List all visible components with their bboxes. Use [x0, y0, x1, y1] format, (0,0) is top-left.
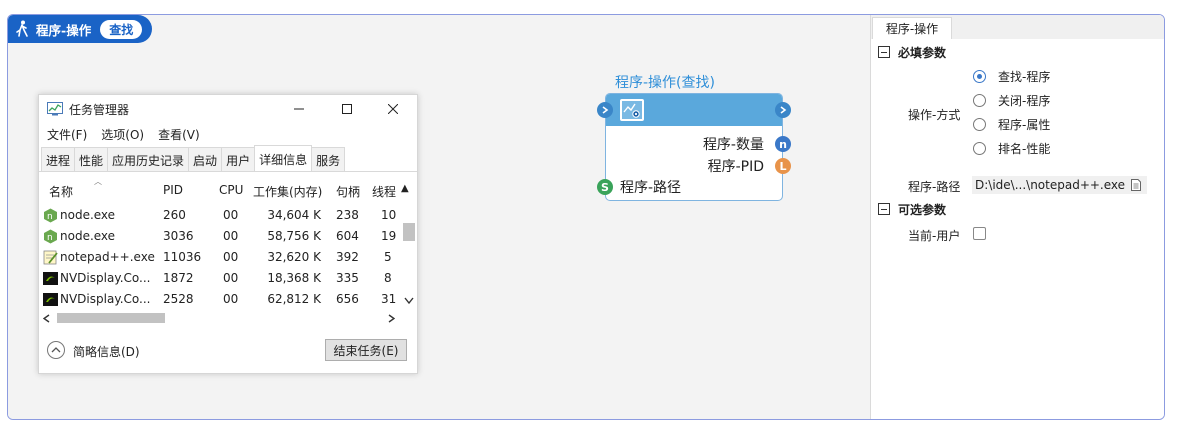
node-header[interactable] [606, 94, 782, 126]
menu-view[interactable]: 查看(V) [158, 126, 200, 143]
operation-label: 操作-方式 [908, 108, 961, 122]
current-user-label: 当前-用户 [908, 229, 961, 243]
horizontal-scroll-thumb[interactable] [57, 313, 165, 323]
horizontal-scrollbar[interactable] [39, 311, 401, 325]
end-task-button[interactable]: 结束任务(E) [325, 339, 407, 361]
optional-section[interactable]: 可选参数 [878, 200, 946, 218]
maximize-button[interactable] [337, 99, 357, 119]
notepad-icon [43, 250, 58, 265]
task-manager-footer: 简略信息(D) 结束任务(E) [39, 331, 417, 373]
tab-services[interactable]: 服务 [311, 147, 346, 171]
tab-startup[interactable]: 启动 [188, 147, 223, 171]
table-row[interactable]: notepad++.exe 11036 00 32,620 K 392 5 [39, 247, 401, 268]
task-manager-titlebar: 任务管理器 [39, 95, 417, 123]
tab-processes[interactable]: 进程 [41, 147, 76, 171]
close-button[interactable] [383, 99, 403, 119]
tab-performance[interactable]: 性能 [74, 147, 109, 171]
activity-badge[interactable]: 查找 [100, 19, 143, 39]
output-pid-label: 程序-PID [707, 159, 764, 175]
column-header-name[interactable]: 名称 [49, 183, 73, 201]
collapse-icon[interactable] [47, 341, 65, 359]
optional-section-label: 可选参数 [898, 202, 947, 217]
tab-details[interactable]: 详细信息 [254, 145, 313, 171]
table-row[interactable]: n node.exe 260 00 34,604 K 238 10 [39, 205, 401, 226]
menu-file[interactable]: 文件(F) [47, 126, 87, 143]
program-gear-icon [620, 99, 644, 121]
workflow-frame: 程序-操作 查找 任务管理器 文件(F) 选项(O) 查看(V) 进程 性能 应… [7, 14, 1165, 420]
option-program-attributes[interactable]: 程序-属性 [973, 116, 1050, 132]
column-header-threads[interactable]: 线程 [372, 183, 396, 201]
flow-out-port[interactable] [775, 102, 791, 118]
nvidia-icon [43, 272, 58, 285]
task-manager-window: 任务管理器 文件(F) 选项(O) 查看(V) 进程 性能 应用历史记录 启动 … [38, 94, 418, 374]
svg-text:n: n [47, 212, 53, 222]
output-pid-port[interactable]: L [775, 158, 791, 174]
column-header-pid[interactable]: PID [163, 183, 183, 201]
canvas[interactable]: 程序-操作 查找 任务管理器 文件(F) 选项(O) 查看(V) 进程 性能 应… [8, 15, 870, 419]
close-icon [388, 104, 398, 114]
property-panel: 程序-操作 必填参数 操作-方式 查找-程序 关闭-程序 程序-属性 排名-性能… [870, 15, 1164, 419]
vertical-scroll-thumb[interactable] [403, 223, 415, 241]
required-section-label: 必填参数 [898, 45, 947, 60]
output-count-port[interactable]: n [775, 136, 791, 152]
current-user-checkbox[interactable] [973, 227, 986, 240]
column-header-memory[interactable]: 工作集(内存) [253, 183, 322, 201]
collapse-minus-icon[interactable] [878, 46, 890, 58]
tab-properties[interactable]: 程序-操作 [872, 17, 952, 39]
flow-in-port[interactable] [597, 102, 613, 118]
radio-selected-icon[interactable] [973, 69, 986, 83]
tab-app-history[interactable]: 应用历史记录 [107, 147, 190, 171]
tab-strip: 进程 性能 应用历史记录 启动 用户 详细信息 服务 [41, 145, 346, 171]
task-manager-icon [47, 102, 63, 116]
node-icon: n [44, 208, 57, 223]
table-row[interactable]: n node.exe 3036 00 58,756 K 604 19 [39, 226, 401, 247]
column-header-handles[interactable]: 句柄 [336, 183, 360, 201]
tab-divider [39, 171, 417, 172]
radio-icon[interactable] [973, 93, 986, 107]
menu-bar: 文件(F) 选项(O) 查看(V) [39, 123, 206, 145]
maximize-icon [342, 104, 352, 114]
option-close-program[interactable]: 关闭-程序 [973, 92, 1050, 108]
activity-title: 程序-操作 [36, 22, 92, 38]
nvidia-icon [43, 293, 58, 306]
vertical-scrollbar[interactable] [401, 185, 417, 309]
sort-caret-icon: ︿ [94, 177, 102, 186]
path-input[interactable]: D:\ide\...\notepad++.exe [972, 176, 1147, 194]
table-row[interactable]: NVDisplay.Co... 1872 00 18,368 K 335 8 [39, 268, 401, 289]
path-label: 程序-路径 [908, 180, 961, 194]
scroll-down-icon[interactable] [404, 297, 414, 305]
minimize-button[interactable] [289, 99, 309, 119]
option-rank-performance[interactable]: 排名-性能 [973, 140, 1050, 156]
radio-icon[interactable] [973, 141, 986, 155]
node-title: 程序-操作(查找) [615, 75, 715, 91]
scroll-right-icon[interactable] [387, 314, 395, 323]
radio-icon[interactable] [973, 117, 986, 131]
table-row[interactable]: NVDisplay.Co... 2528 00 62,812 K 656 31 [39, 289, 401, 310]
input-path-port[interactable]: S [597, 179, 613, 195]
required-section[interactable]: 必填参数 [878, 43, 946, 61]
file-icon[interactable] [1131, 179, 1141, 191]
minimize-icon [294, 108, 304, 110]
brief-info-link[interactable]: 简略信息(D) [73, 343, 140, 360]
tab-users[interactable]: 用户 [221, 147, 256, 171]
task-manager-title: 任务管理器 [69, 102, 130, 117]
option-find-program[interactable]: 查找-程序 [973, 68, 1050, 84]
activity-header[interactable]: 程序-操作 查找 [8, 15, 152, 43]
activity-node[interactable]: 程序-数量 n 程序-PID L S 程序-路径 [597, 93, 791, 201]
menu-options[interactable]: 选项(O) [101, 126, 144, 143]
input-path-label: 程序-路径 [620, 180, 682, 196]
path-value: D:\ide\...\notepad++.exe [975, 178, 1126, 192]
scroll-left-icon[interactable] [43, 314, 51, 323]
node-icon: n [44, 229, 57, 244]
panel-tab-bar: 程序-操作 [871, 15, 1164, 39]
column-header-cpu[interactable]: CPU [219, 183, 243, 201]
collapse-minus-icon[interactable] [878, 203, 890, 215]
walk-icon [16, 20, 28, 37]
output-count-label: 程序-数量 [702, 137, 764, 153]
svg-text:n: n [47, 233, 53, 243]
